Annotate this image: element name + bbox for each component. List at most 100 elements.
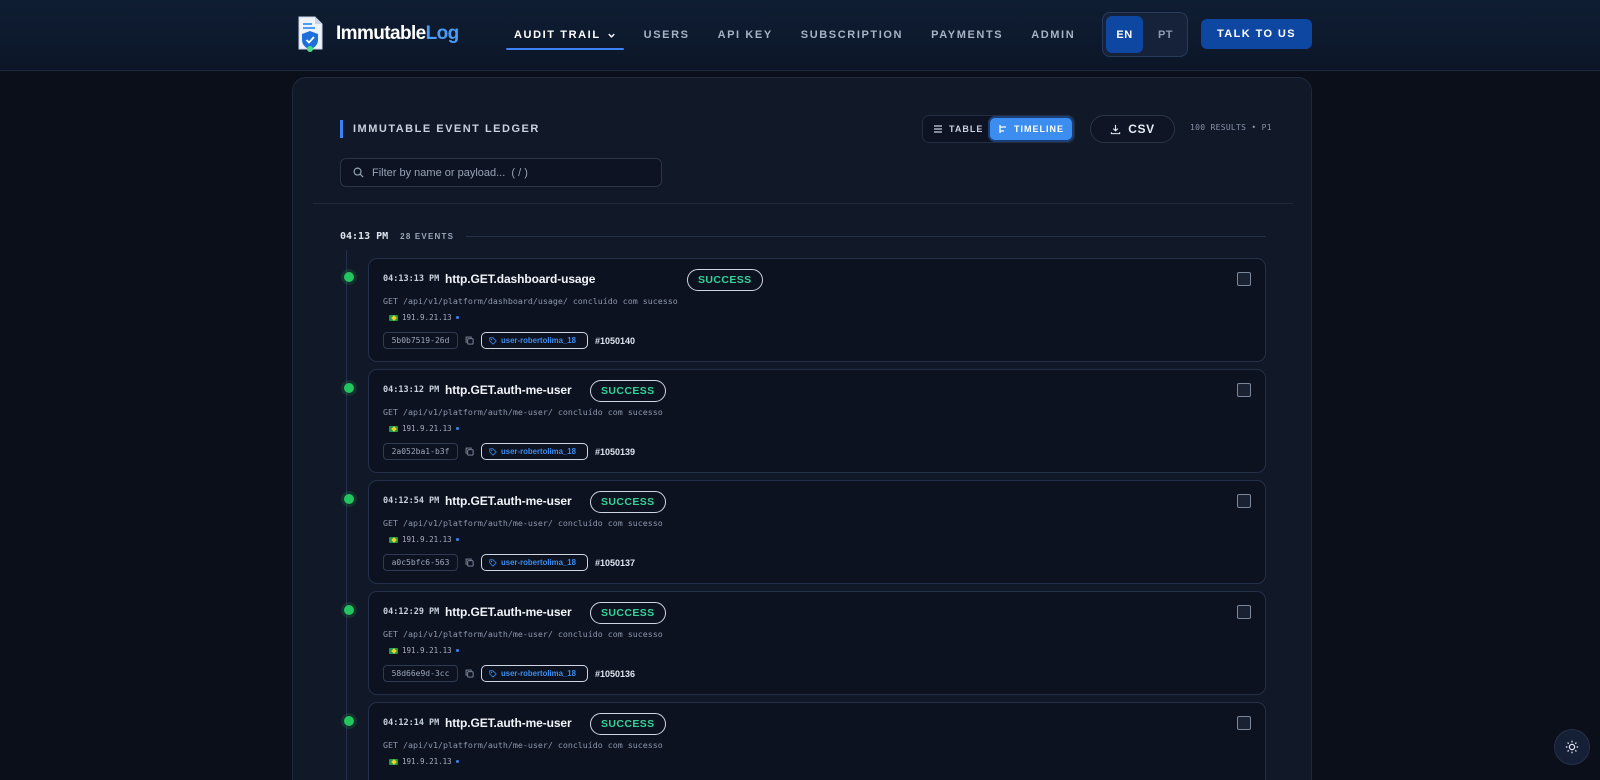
event-description: GET /api/v1/platform/dashboard/usage/ co… <box>383 296 678 306</box>
event-user: user-robertolima_18 <box>501 558 576 567</box>
event-user-tag[interactable]: user-robertolima_18 <box>481 332 588 349</box>
view-table-button[interactable]: TABLE <box>933 116 983 142</box>
timeline-rail <box>346 250 347 780</box>
ip-indicator-dot <box>455 538 459 541</box>
event-description: GET /api/v1/platform/auth/me-user/ concl… <box>383 740 663 750</box>
event-time: 04:12:54 PM <box>383 496 440 506</box>
event-user-tag[interactable]: user-robertolima_18 <box>481 665 588 682</box>
event-description: GET /api/v1/platform/auth/me-user/ concl… <box>383 407 663 417</box>
timeline-dot <box>344 383 354 393</box>
event-hash: 58d66e9d-3cc <box>383 665 458 682</box>
event-card[interactable]: 04:13:13 PM http.GET.dashboard-usage SUCCE… <box>368 258 1266 362</box>
lang-en-button[interactable]: EN <box>1106 16 1143 53</box>
event-select-checkbox[interactable] <box>1237 383 1251 397</box>
brazil-flag-icon <box>389 758 398 765</box>
status-badge: SUCCESS <box>590 491 666 513</box>
group-time: 04:13 PM <box>340 230 389 242</box>
theme-toggle-button[interactable] <box>1554 729 1590 765</box>
status-badge: SUCCESS <box>687 269 763 291</box>
timeline-dot <box>344 272 354 282</box>
document-shield-icon <box>298 16 323 52</box>
nav-subscription[interactable]: SUBSCRIPTION <box>801 0 903 70</box>
event-select-checkbox[interactable] <box>1237 272 1251 286</box>
lang-pt-button[interactable]: PT <box>1147 16 1184 53</box>
results-count: 100 RESULTS • P1 <box>1190 123 1272 132</box>
list-icon <box>934 125 942 133</box>
brazil-flag-icon <box>389 647 398 654</box>
event-select-checkbox[interactable] <box>1237 494 1251 508</box>
event-time: 04:12:29 PM <box>383 607 440 617</box>
copy-icon[interactable] <box>465 669 474 678</box>
nav-audit-trail[interactable]: AUDIT TRAIL <box>506 0 624 70</box>
download-icon <box>1111 124 1121 134</box>
timeline-dot <box>344 716 354 726</box>
top-navbar: ImmutableLog AUDIT TRAIL USERS API KEY S… <box>0 0 1600 71</box>
event-user: user-robertolima_18 <box>501 669 576 678</box>
nav-users[interactable]: USERS <box>644 0 690 70</box>
ip-indicator-dot <box>455 760 459 763</box>
event-hash: a0c5bfc6-563 <box>383 554 458 571</box>
search-input[interactable] <box>372 166 652 179</box>
copy-icon[interactable] <box>465 336 474 345</box>
event-user-tag[interactable]: user-robertolima_18 <box>481 443 588 460</box>
event-name: http.GET.auth-me-user <box>445 605 572 619</box>
export-csv-button[interactable]: CSV <box>1090 115 1175 143</box>
main-nav: AUDIT TRAIL USERS API KEY SUBSCRIPTION P… <box>506 0 1103 70</box>
language-switcher: EN PT <box>1102 12 1188 57</box>
event-card[interactable]: 04:12:54 PM http.GET.auth-me-user SUCCESS G… <box>368 480 1266 584</box>
event-ip: 191.9.21.13 <box>389 757 459 766</box>
event-name: http.GET.auth-me-user <box>445 383 572 397</box>
tag-icon <box>489 447 497 456</box>
status-badge: SUCCESS <box>590 380 666 402</box>
brazil-flag-icon <box>389 425 398 432</box>
event-time: 04:12:14 PM <box>383 718 440 728</box>
event-sequence: #1050136 <box>595 669 636 679</box>
timeline-dot <box>344 494 354 504</box>
event-ip-address: 191.9.21.13 <box>402 313 452 322</box>
event-name: http.GET.dashboard-usage <box>445 272 596 286</box>
view-timeline-button[interactable]: TIMELINE <box>990 118 1072 140</box>
event-ip-address: 191.9.21.13 <box>402 424 452 433</box>
event-user: user-robertolima_18 <box>501 447 576 456</box>
event-ip: 191.9.21.13 <box>389 646 459 655</box>
search-box <box>340 158 662 187</box>
chevron-down-icon <box>607 33 615 38</box>
tag-icon <box>489 336 497 345</box>
event-ip-address: 191.9.21.13 <box>402 535 452 544</box>
brand-name: ImmutableLog <box>336 23 459 44</box>
search-icon <box>353 167 364 178</box>
export-csv-label: CSV <box>1128 122 1155 136</box>
nav-payments[interactable]: PAYMENTS <box>931 0 1003 70</box>
group-divider <box>466 235 1266 237</box>
copy-icon[interactable] <box>465 558 474 567</box>
ledger-title: IMMUTABLE EVENT LEDGER <box>340 120 540 138</box>
ip-indicator-dot <box>455 316 459 319</box>
event-hash: 5b0b7519-26d <box>383 332 458 349</box>
view-toggle: TABLE TIMELINE <box>922 115 1075 143</box>
event-description: GET /api/v1/platform/auth/me-user/ concl… <box>383 629 663 639</box>
event-sequence: #1050137 <box>595 558 636 568</box>
event-sequence: #1050140 <box>595 336 636 346</box>
event-user-tag[interactable]: user-robertolima_18 <box>481 554 588 571</box>
event-select-checkbox[interactable] <box>1237 716 1251 730</box>
nav-admin[interactable]: ADMIN <box>1031 0 1075 70</box>
group-event-count: 28 EVENTS <box>400 231 455 241</box>
event-select-checkbox[interactable] <box>1237 605 1251 619</box>
header-divider <box>313 203 1293 204</box>
nav-api-key[interactable]: API KEY <box>718 0 773 70</box>
event-card[interactable]: 04:12:29 PM http.GET.auth-me-user SUCCESS G… <box>368 591 1266 695</box>
event-time: 04:13:13 PM <box>383 274 440 284</box>
view-timeline-label: TIMELINE <box>1014 124 1064 134</box>
event-card[interactable]: 04:12:14 PM http.GET.auth-me-user SUCCESS G… <box>368 702 1266 780</box>
event-ip-address: 191.9.21.13 <box>402 757 452 766</box>
event-sequence: #1050139 <box>595 447 636 457</box>
brazil-flag-icon <box>389 536 398 543</box>
copy-icon[interactable] <box>465 447 474 456</box>
talk-to-us-button[interactable]: TALK TO US <box>1201 19 1312 49</box>
sun-icon <box>1565 740 1579 754</box>
event-ip: 191.9.21.13 <box>389 535 459 544</box>
event-ip-address: 191.9.21.13 <box>402 646 452 655</box>
brand-logo[interactable]: ImmutableLog <box>296 16 459 52</box>
event-card[interactable]: 04:13:12 PM http.GET.auth-me-user SUCCESS G… <box>368 369 1266 473</box>
ip-indicator-dot <box>455 427 459 430</box>
